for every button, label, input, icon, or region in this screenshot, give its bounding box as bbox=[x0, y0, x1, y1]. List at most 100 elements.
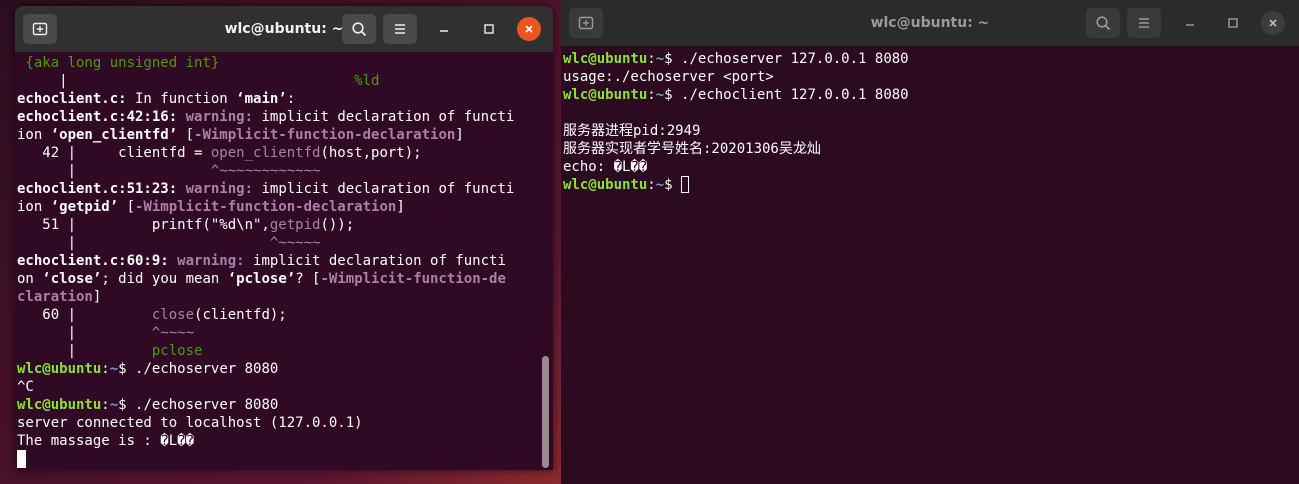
text-segment: ~ bbox=[655, 51, 665, 67]
text-segment: warning: bbox=[185, 109, 254, 125]
text-segment: ~ bbox=[655, 87, 665, 103]
text-segment: 51 | printf("%d\n", bbox=[17, 217, 270, 233]
search-button[interactable] bbox=[342, 14, 376, 44]
text-segment: $ ./echoserver 127.0.0.1 8080 bbox=[664, 51, 909, 67]
maximize-icon bbox=[484, 24, 494, 34]
close-icon bbox=[525, 25, 533, 33]
terminal-line: | %ld bbox=[17, 72, 514, 90]
search-icon bbox=[1096, 16, 1111, 31]
text-segment: ion bbox=[17, 127, 51, 143]
terminal-line: wlc@ubuntu:~$ ./echoserver 127.0.0.1 808… bbox=[563, 50, 909, 68]
text-segment: wlc@ubuntu bbox=[17, 397, 102, 413]
minimize-icon bbox=[440, 30, 448, 32]
window-title: wlc@ubuntu: ~ bbox=[224, 21, 344, 37]
close-button[interactable] bbox=[517, 17, 541, 41]
terminal-line: echoclient.c:42:16: warning: implicit de… bbox=[17, 108, 514, 126]
minimize-button[interactable] bbox=[1178, 11, 1202, 35]
text-segment: ~ bbox=[109, 397, 119, 413]
terminal-line: wlc@ubuntu:~$ ./echoclient 127.0.0.1 808… bbox=[563, 86, 909, 104]
maximize-button[interactable] bbox=[477, 17, 501, 41]
terminal-line: ^C bbox=[17, 378, 514, 396]
terminal-output[interactable]: {aka long unsigned int} | %ld echoclient.… bbox=[15, 52, 553, 470]
titlebar[interactable]: wlc@ubuntu: ~ bbox=[15, 6, 553, 52]
terminal-line: 51 | printf("%d\n",getpid()); bbox=[17, 216, 514, 234]
terminal-line: | ^~~~~ bbox=[17, 324, 514, 342]
text-segment: echoclient.c:51:23: bbox=[17, 181, 178, 197]
text-segment: ] bbox=[455, 127, 464, 143]
text-segment: %ld bbox=[354, 73, 380, 89]
text-segment: $ ./echoserver 8080 bbox=[118, 397, 279, 413]
text-segment: | bbox=[17, 235, 270, 251]
text-segment: -Wimplicit-function-de bbox=[320, 271, 506, 287]
search-icon bbox=[352, 22, 367, 37]
text-segment: echoclient.c:42:16: bbox=[17, 109, 178, 125]
hamburger-menu-icon bbox=[395, 24, 405, 34]
text-segment: implicit declaration of functi bbox=[244, 253, 506, 269]
close-button[interactable] bbox=[1261, 11, 1285, 35]
text-segment: | bbox=[17, 73, 355, 89]
text-segment: echoclient.c: bbox=[17, 91, 127, 107]
terminal-cursor[interactable] bbox=[17, 450, 26, 468]
terminal-line: ion ‘getpid’ [-Wimplicit-function-declar… bbox=[17, 198, 514, 216]
terminal-lines: {aka long unsigned int} | %ld echoclient.… bbox=[17, 54, 514, 468]
text-segment: wlc@ubuntu bbox=[563, 51, 648, 67]
text-segment: $ bbox=[664, 177, 682, 193]
terminal-window-left[interactable]: wlc@ubuntu: ~ {aka long unsigned int} | … bbox=[15, 6, 553, 470]
text-segment: claration bbox=[17, 289, 93, 305]
terminal-line: 42 | clientfd = open_clientfd(host,port)… bbox=[17, 144, 514, 162]
terminal-line: 服务器实现者学号姓名:20201306吴龙灿 bbox=[563, 140, 909, 158]
text-segment: ‘close’ bbox=[42, 271, 102, 287]
terminal-line: 服务器进程pid:2949 bbox=[563, 122, 909, 140]
terminal-lines: wlc@ubuntu:~$ ./echoserver 127.0.0.1 808… bbox=[563, 50, 909, 194]
terminal-line: | pclose bbox=[17, 342, 514, 360]
terminal-line: | ^~~~~~ bbox=[17, 234, 514, 252]
text-segment: | bbox=[17, 325, 152, 341]
text-segment: ^~~~~~ bbox=[269, 235, 321, 251]
search-button[interactable] bbox=[1086, 8, 1120, 38]
text-segment: ^C bbox=[17, 379, 34, 395]
text-segment: 60 | bbox=[17, 307, 152, 323]
terminal-window-right[interactable]: wlc@ubuntu: ~ wlc@ubuntu:~$ ./echoserver… bbox=[561, 0, 1299, 484]
text-segment: ] bbox=[396, 199, 405, 215]
text-segment: ()); bbox=[320, 217, 355, 233]
text-segment: wlc@ubuntu bbox=[563, 177, 648, 193]
close-icon bbox=[1269, 19, 1277, 27]
text-segment: usage:./echoserver <port> bbox=[563, 69, 774, 85]
text-segment: on bbox=[17, 271, 43, 287]
text-segment: open_clientfd bbox=[210, 145, 321, 161]
text-segment: ~ bbox=[655, 177, 665, 193]
terminal-line: ion ‘open_clientfd’ [-Wimplicit-function… bbox=[17, 126, 514, 144]
text-segment: (host,port); bbox=[320, 145, 422, 161]
text-segment: The massage is : �L�� bbox=[17, 433, 195, 449]
text-segment: In function bbox=[126, 91, 237, 107]
text-segment: implicit declaration of functi bbox=[253, 181, 515, 197]
terminal-line: server connected to localhost (127.0.0.1… bbox=[17, 414, 514, 432]
minimize-button[interactable] bbox=[432, 17, 456, 41]
hamburger-menu-icon bbox=[1139, 18, 1149, 28]
maximize-button[interactable] bbox=[1221, 11, 1245, 35]
terminal-line: 60 | close(clientfd); bbox=[17, 306, 514, 324]
scrollbar[interactable] bbox=[542, 356, 549, 468]
text-segment: [ bbox=[118, 199, 136, 215]
terminal-line bbox=[17, 450, 514, 468]
terminal-line: usage:./echoserver <port> bbox=[563, 68, 909, 86]
text-segment: ‘getpid’ bbox=[50, 199, 119, 215]
terminal-cursor[interactable] bbox=[681, 176, 690, 193]
titlebar[interactable]: wlc@ubuntu: ~ bbox=[561, 0, 1299, 46]
text-segment bbox=[177, 109, 185, 125]
terminal-output[interactable]: wlc@ubuntu:~$ ./echoserver 127.0.0.1 808… bbox=[561, 46, 1299, 484]
text-segment bbox=[177, 181, 185, 197]
text-segment: wlc@ubuntu bbox=[563, 87, 648, 103]
text-segment: : bbox=[101, 361, 110, 377]
text-segment: 42 | clientfd = bbox=[17, 145, 211, 161]
text-segment: getpid bbox=[269, 217, 321, 233]
text-segment: pclose bbox=[151, 343, 203, 359]
menu-button[interactable] bbox=[383, 14, 417, 44]
text-segment: $ ./echoserver 8080 bbox=[118, 361, 279, 377]
menu-button[interactable] bbox=[1127, 8, 1161, 38]
text-segment: ‘main’ bbox=[236, 91, 287, 107]
maximize-icon bbox=[1228, 18, 1238, 28]
text-segment: : bbox=[101, 397, 110, 413]
text-segment: ‘open_clientfd’ bbox=[50, 127, 178, 143]
